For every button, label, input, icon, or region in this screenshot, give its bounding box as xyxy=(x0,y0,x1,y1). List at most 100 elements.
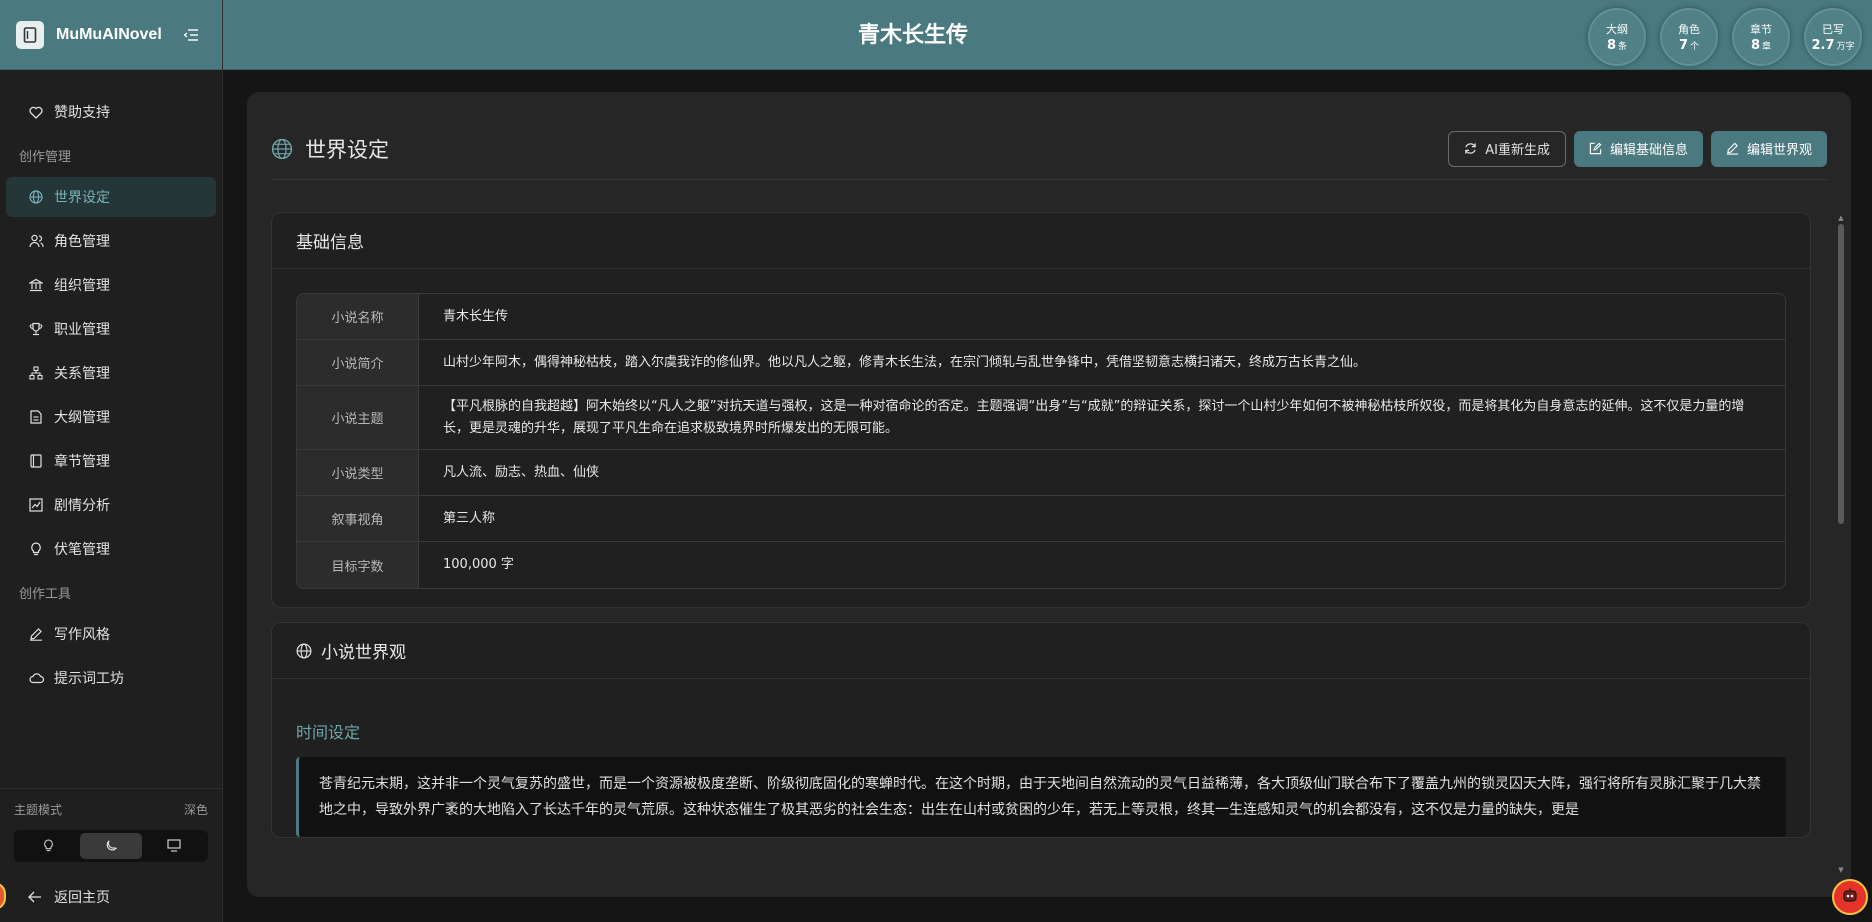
sidebar-item-label: 伏笔管理 xyxy=(54,542,110,558)
theme-label: 主题模式 xyxy=(14,803,63,817)
top-header: 青木长生传 大纲 8条 角色 7个 章节 8章 已写 2.7 万字 xyxy=(223,0,1872,70)
theme-segmented xyxy=(14,830,208,862)
panel-scroll-area[interactable]: 基础信息 小说名称 青木长生传 小说简介 山村少年阿木，偶得神秘枯枝，踏入尔虞我… xyxy=(271,212,1839,872)
sidebar-item-writing-style[interactable]: 写作风格 xyxy=(6,614,216,654)
sidebar-item-analysis[interactable]: 剧情分析 xyxy=(6,485,216,525)
brand-name: MuMuAINovel xyxy=(56,25,162,43)
sidebar: MuMuAINovel 赞助支持 创作管理 世界设定 角色管理 组织管理 职业管… xyxy=(0,0,223,922)
app-root: MuMuAINovel 赞助支持 创作管理 世界设定 角色管理 组织管理 职业管… xyxy=(0,0,1872,922)
ai-regenerate-button[interactable]: AI重新生成 xyxy=(1448,130,1566,167)
theme-light-button[interactable] xyxy=(17,833,80,859)
moon-icon xyxy=(105,837,118,856)
sidebar-item-label: 职业管理 xyxy=(54,322,110,338)
stat-label: 大纲 xyxy=(1606,23,1628,36)
sidebar-item-foreshadowing[interactable]: 伏笔管理 xyxy=(6,529,216,569)
row-value: 100,000 字 xyxy=(443,557,514,572)
vertical-scrollbar[interactable]: ▲ ▼ xyxy=(1837,214,1845,874)
edit-basic-info-button[interactable]: 编辑基础信息 xyxy=(1573,130,1703,167)
stat-chapters: 章节 8章 xyxy=(1732,8,1790,66)
edit-basic-info-label: 编辑基础信息 xyxy=(1609,143,1688,158)
panel-actions: AI重新生成 编辑基础信息 编辑世界观 xyxy=(1440,130,1827,167)
sidebar-item-world[interactable]: 世界设定 xyxy=(6,177,216,217)
stat-written: 已写 2.7 万字 xyxy=(1804,8,1862,66)
stat-label: 章节 xyxy=(1750,23,1772,36)
row-key: 叙事视角 xyxy=(297,496,419,541)
sidebar-item-sponsor[interactable]: 赞助支持 xyxy=(6,92,216,132)
sidebar-item-prompt-workshop[interactable]: 提示词工坊 xyxy=(6,658,216,698)
worldview-card: 小说世界观 时间设定 苍青纪元末期，这并非一个灵气复苏的盛世，而是一个资源被极度… xyxy=(271,622,1811,838)
sidebar-item-label: 组织管理 xyxy=(54,278,110,294)
sidebar-item-outline[interactable]: 大纲管理 xyxy=(6,397,216,437)
bank-icon xyxy=(28,277,44,293)
refresh-icon xyxy=(1464,142,1477,155)
page-title: 青木长生传 xyxy=(857,23,968,48)
stat-outline: 大纲 8条 xyxy=(1588,8,1646,66)
bulb-icon xyxy=(43,837,54,856)
basic-info-card: 基础信息 小说名称 青木长生传 小说简介 山村少年阿木，偶得神秘枯枝，踏入尔虞我… xyxy=(271,212,1811,608)
trophy-icon xyxy=(28,321,44,337)
world-settings-panel: 世界设定 AI重新生成 编辑基础信息 编辑世界观 基础信息 小说名称 青木长生传… xyxy=(247,92,1851,897)
brand-bar: MuMuAINovel xyxy=(0,0,222,70)
stat-unit: 章 xyxy=(1762,42,1772,52)
table-row: 小说简介 山村少年阿木，偶得神秘枯枝，踏入尔虞我诈的修仙界。他以凡人之躯，修青木… xyxy=(297,340,1785,386)
row-value: 青木长生传 xyxy=(443,308,509,324)
menu-group-create: 创作管理 xyxy=(19,150,72,165)
users-icon xyxy=(28,233,44,249)
arrow-left-icon xyxy=(28,891,42,903)
stat-value: 7 xyxy=(1678,38,1689,53)
panel-header: 世界设定 AI重新生成 编辑基础信息 编辑世界观 xyxy=(271,130,1827,180)
scroll-down-arrow-icon[interactable]: ▼ xyxy=(1837,866,1845,874)
bulb-icon xyxy=(28,541,44,557)
tree-icon xyxy=(28,365,44,381)
stat-label: 角色 xyxy=(1678,23,1700,36)
theme-dark-button[interactable] xyxy=(79,833,143,859)
sidebar-item-characters[interactable]: 角色管理 xyxy=(6,221,216,261)
sidebar-item-label: 关系管理 xyxy=(54,366,110,382)
table-row: 叙事视角 第三人称 xyxy=(297,496,1785,542)
robot-icon xyxy=(1841,886,1859,908)
row-key: 小说主题 xyxy=(297,386,419,449)
scroll-up-arrow-icon[interactable]: ▲ xyxy=(1837,214,1845,222)
table-row: 小说类型 凡人流、励志、热血、仙侠 xyxy=(297,450,1785,496)
scroll-thumb[interactable] xyxy=(1838,224,1844,524)
sidebar-item-label: 大纲管理 xyxy=(54,410,110,426)
sidebar-item-label: 世界设定 xyxy=(54,190,110,206)
theme-current: 深色 xyxy=(183,803,208,817)
sidebar-item-organizations[interactable]: 组织管理 xyxy=(6,265,216,305)
cloud-icon xyxy=(28,670,44,686)
edit-worldview-label: 编辑世界观 xyxy=(1746,143,1812,158)
stat-unit: 个 xyxy=(1690,42,1700,52)
stat-unit: 条 xyxy=(1618,42,1628,52)
edit-worldview-button[interactable]: 编辑世界观 xyxy=(1710,130,1827,167)
row-value: 第三人称 xyxy=(443,510,496,526)
theme-switcher: 主题模式 深色 返回主页 xyxy=(0,788,222,922)
menu-fold-icon[interactable] xyxy=(182,26,200,44)
row-key: 小说类型 xyxy=(297,450,419,495)
main-content: 世界设定 AI重新生成 编辑基础信息 编辑世界观 基础信息 小说名称 青木长生传… xyxy=(223,70,1872,922)
heart-icon xyxy=(28,104,44,120)
monitor-icon xyxy=(167,837,181,856)
sidebar-item-label: 提示词工坊 xyxy=(54,671,124,687)
row-key: 小说名称 xyxy=(297,294,419,339)
stat-unit: 万字 xyxy=(1836,42,1855,52)
sidebar-item-label: 角色管理 xyxy=(54,234,110,250)
theme-system-button[interactable] xyxy=(142,833,205,859)
book-logo-icon[interactable] xyxy=(16,20,44,49)
worldview-title: 小说世界观 xyxy=(321,643,406,663)
pen-icon xyxy=(1726,142,1739,155)
sidebar-item-label: 剧情分析 xyxy=(54,498,110,514)
time-setting-title: 时间设定 xyxy=(296,723,361,742)
worldview-header: 小说世界观 xyxy=(272,623,1810,679)
back-home-label: 返回主页 xyxy=(54,890,110,906)
sidebar-item-relations[interactable]: 关系管理 xyxy=(6,353,216,393)
stat-label: 已写 xyxy=(1822,23,1844,36)
basic-info-title: 基础信息 xyxy=(272,213,1810,269)
floating-assistant-button[interactable] xyxy=(1832,879,1868,915)
sidebar-menu: 赞助支持 创作管理 世界设定 角色管理 组织管理 职业管理 关系管理 大纲管理 … xyxy=(0,70,222,698)
sidebar-item-chapters[interactable]: 章节管理 xyxy=(6,441,216,481)
row-key: 目标字数 xyxy=(297,542,419,588)
back-home-button[interactable]: 返回主页 xyxy=(14,872,208,922)
sidebar-item-label: 章节管理 xyxy=(54,454,110,470)
sidebar-item-professions[interactable]: 职业管理 xyxy=(6,309,216,349)
chart-icon xyxy=(28,497,44,513)
